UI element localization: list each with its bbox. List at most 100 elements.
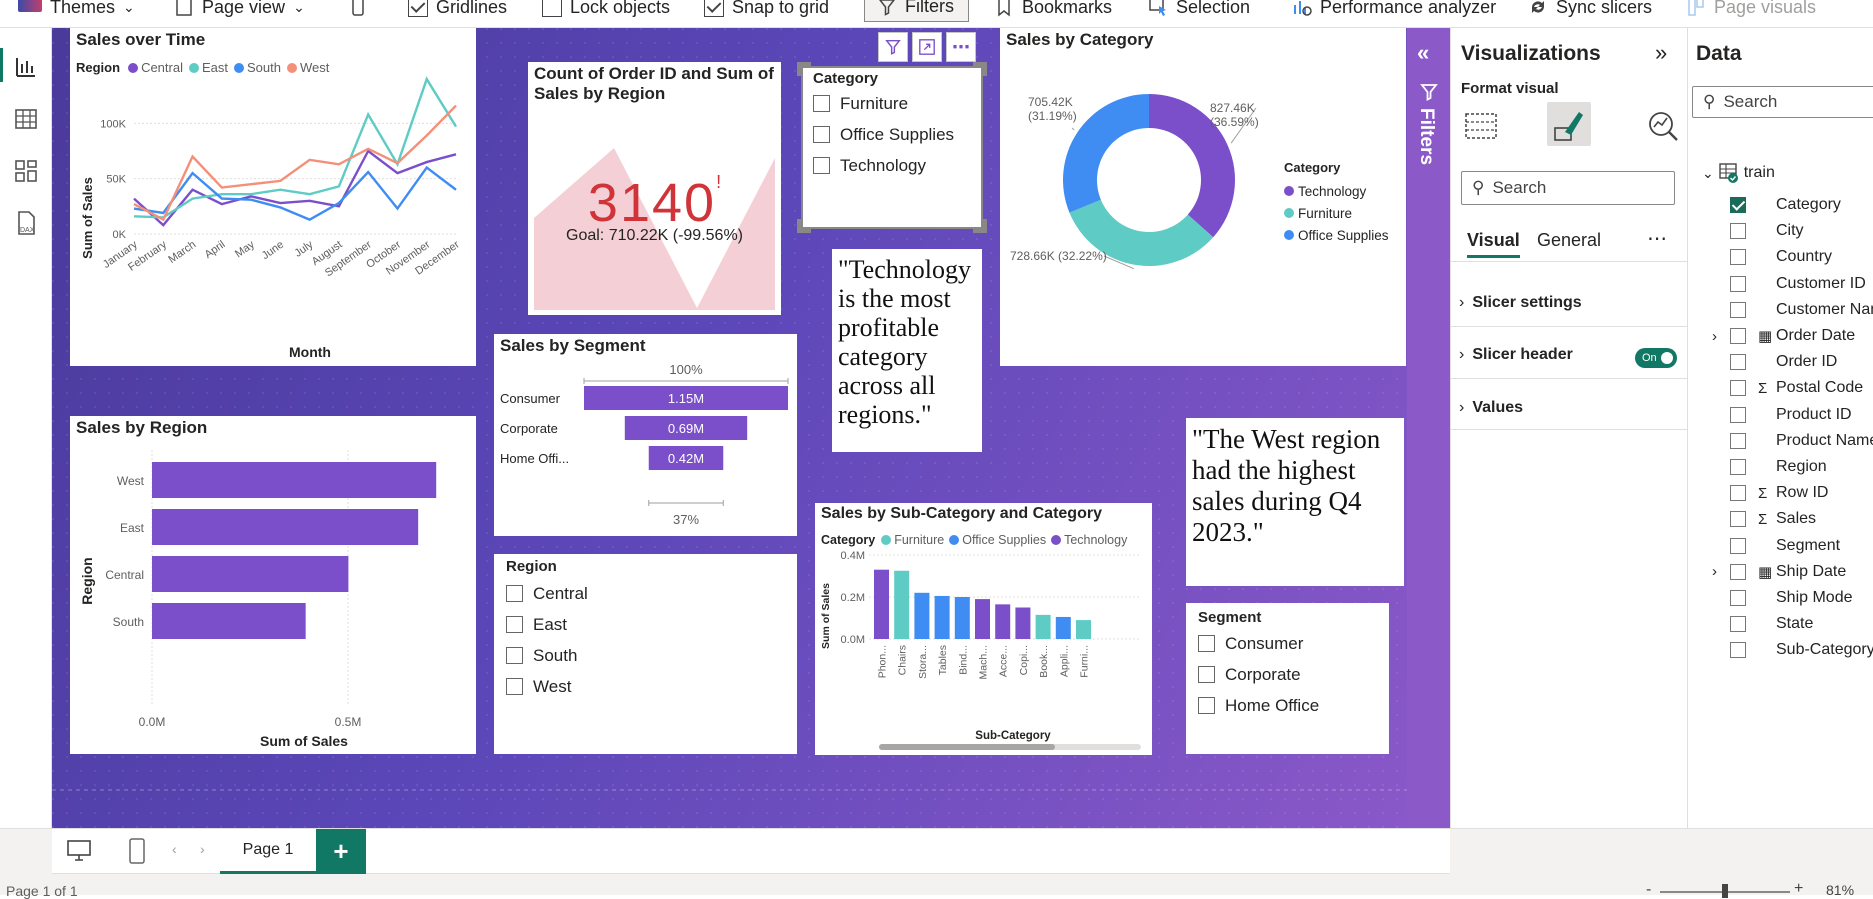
- field-checkbox[interactable]: [1730, 537, 1746, 554]
- section-slicer-settings[interactable]: › Slicer settings: [1459, 294, 1582, 312]
- kpi-card[interactable]: Count of Order ID and Sum of Sales by Re…: [528, 62, 781, 315]
- bar-furni[interactable]: [1076, 620, 1091, 639]
- selection-button[interactable]: Selection: [1148, 0, 1250, 22]
- sync-slicers-button[interactable]: Sync slicers: [1528, 0, 1652, 22]
- field-checkbox[interactable]: [1730, 197, 1746, 213]
- field-checkbox[interactable]: [1730, 459, 1746, 475]
- region-slicer[interactable]: Region Central East South West: [494, 554, 797, 754]
- slicer-item-central[interactable]: Central: [506, 578, 588, 609]
- horizontal-scrollbar-thumb[interactable]: [879, 744, 1055, 750]
- collapse-pane-icon[interactable]: »: [1655, 40, 1667, 66]
- sales-by-subcategory-card[interactable]: Sales by Sub-Category and Category Categ…: [815, 503, 1152, 755]
- checkbox[interactable]: [506, 585, 523, 602]
- checkbox[interactable]: [506, 647, 523, 664]
- bar-chairs[interactable]: [894, 570, 910, 639]
- checkbox[interactable]: [1198, 666, 1215, 683]
- selection-handles[interactable]: [797, 62, 987, 233]
- bar-appli[interactable]: [1055, 616, 1071, 639]
- report-view-icon[interactable]: [13, 54, 39, 80]
- lock-objects-checkbox[interactable]: [542, 0, 562, 17]
- field-checkbox[interactable]: [1730, 275, 1746, 292]
- legend-item-furniture[interactable]: Furniture: [1284, 202, 1389, 224]
- bar-tables[interactable]: [934, 595, 950, 639]
- insight-textbox-technology[interactable]: "Technology is the most profitable categ…: [832, 249, 982, 452]
- themes-button[interactable]: Themes ⌄: [18, 0, 135, 22]
- model-view-icon[interactable]: [13, 158, 39, 184]
- legend-item-office-supplies[interactable]: Office Supplies: [1284, 224, 1389, 246]
- field-checkbox[interactable]: [1730, 511, 1746, 528]
- bar-acce[interactable]: [995, 604, 1011, 639]
- slicer-item-corporate[interactable]: Corporate: [1198, 659, 1319, 690]
- format-visual-tab[interactable]: [1547, 102, 1591, 146]
- zoom-slider-thumb[interactable]: [1722, 884, 1728, 898]
- slicer-item-east[interactable]: East: [506, 609, 588, 640]
- field-checkbox[interactable]: [1730, 301, 1746, 318]
- field-checkbox[interactable]: [1730, 328, 1746, 344]
- checkbox[interactable]: [1198, 697, 1215, 714]
- bookmarks-button[interactable]: Bookmarks: [994, 0, 1112, 22]
- insight-textbox-west[interactable]: "The West region had the highest sales d…: [1186, 418, 1404, 586]
- tab-general[interactable]: General: [1537, 230, 1601, 251]
- series-line-east[interactable]: [133, 76, 458, 219]
- more-options-button[interactable]: ⋯: [946, 32, 976, 62]
- field-checkbox[interactable]: [1730, 249, 1746, 266]
- field-checkbox[interactable]: [1730, 406, 1746, 423]
- checkbox[interactable]: [1198, 635, 1215, 652]
- filters-pane-collapsed[interactable]: « Filters: [1407, 28, 1450, 828]
- table-view-icon[interactable]: [13, 106, 39, 132]
- bar-east[interactable]: [152, 509, 419, 545]
- page-visuals-button[interactable]: Page visuals: [1686, 0, 1816, 22]
- slicer-item-south[interactable]: South: [506, 640, 588, 671]
- performance-analyzer-button[interactable]: Performance analyzer: [1292, 0, 1496, 22]
- chevron-right-icon[interactable]: ›: [1712, 328, 1726, 345]
- sales-by-category-card[interactable]: Sales by Category 827.46K (36.59%) 728.66K…: [1000, 28, 1406, 366]
- focus-mode-button[interactable]: [912, 32, 942, 62]
- prev-page-icon[interactable]: ‹: [172, 841, 177, 857]
- zoom-out-button[interactable]: -: [1646, 881, 1651, 899]
- page-tab-page-1[interactable]: Page 1: [220, 829, 316, 874]
- bar-central[interactable]: [152, 556, 349, 592]
- bar-west[interactable]: [152, 462, 437, 498]
- dax-query-view-icon[interactable]: DAX: [13, 210, 39, 236]
- bar-stora[interactable]: [914, 592, 930, 639]
- section-values[interactable]: › Values: [1459, 399, 1523, 417]
- field-checkbox[interactable]: [1730, 354, 1746, 371]
- field-checkbox[interactable]: [1730, 485, 1746, 502]
- mobile-layout-button[interactable]: [348, 0, 368, 22]
- analytics-icon[interactable]: [1645, 108, 1681, 144]
- zoom-in-button[interactable]: +: [1794, 880, 1803, 898]
- sales-over-time-card[interactable]: Sales over Time Region Central East South W…: [70, 28, 476, 366]
- field-checkbox[interactable]: [1730, 590, 1746, 606]
- page-view-button[interactable]: Page view ⌄: [174, 0, 305, 22]
- sales-by-segment-card[interactable]: Sales by Segment 100% 37% 1.15M Consumer 0…: [494, 334, 797, 536]
- field-checkbox[interactable]: [1730, 223, 1746, 240]
- field-checkbox[interactable]: [1730, 642, 1746, 659]
- sales-by-region-card[interactable]: Sales by Region Region Sum of Sales 0.0M…: [70, 416, 476, 754]
- slicer-item-consumer[interactable]: Consumer: [1198, 628, 1319, 659]
- field-checkbox[interactable]: [1730, 563, 1746, 580]
- snap-to-grid-toggle[interactable]: Snap to grid: [704, 0, 829, 22]
- legend-item-technology[interactable]: Technology: [1284, 180, 1389, 202]
- add-page-button[interactable]: +: [316, 829, 366, 874]
- segment-slicer[interactable]: Segment Consumer Corporate Home Office: [1186, 603, 1389, 754]
- field-sub-category[interactable]: Sub-Category: [1712, 635, 1873, 665]
- checkbox[interactable]: [506, 616, 523, 633]
- bar-south[interactable]: [152, 603, 306, 639]
- table-node-train[interactable]: ⌄ train: [1702, 158, 1775, 188]
- data-search-box[interactable]: ⚲ Search: [1692, 86, 1873, 118]
- chevron-right-icon[interactable]: ›: [1712, 563, 1726, 580]
- field-checkbox[interactable]: [1730, 380, 1746, 397]
- bar-mach[interactable]: [975, 599, 990, 639]
- desktop-layout-icon[interactable]: [66, 839, 92, 863]
- checkbox[interactable]: [506, 678, 523, 695]
- field-checkbox[interactable]: [1730, 616, 1746, 633]
- bar-bind[interactable]: [954, 597, 970, 639]
- filters-button[interactable]: Filters: [864, 0, 969, 22]
- slicer-item-home-office[interactable]: Home Office: [1198, 690, 1319, 721]
- bar-phon[interactable]: [874, 569, 889, 639]
- next-page-icon[interactable]: ›: [200, 841, 205, 857]
- slicer-header-toggle[interactable]: On: [1635, 348, 1677, 368]
- viz-search-box[interactable]: ⚲ Search: [1461, 171, 1675, 205]
- tab-more-options-icon[interactable]: ⋯: [1647, 226, 1667, 251]
- zoom-level[interactable]: 81%: [1826, 882, 1854, 898]
